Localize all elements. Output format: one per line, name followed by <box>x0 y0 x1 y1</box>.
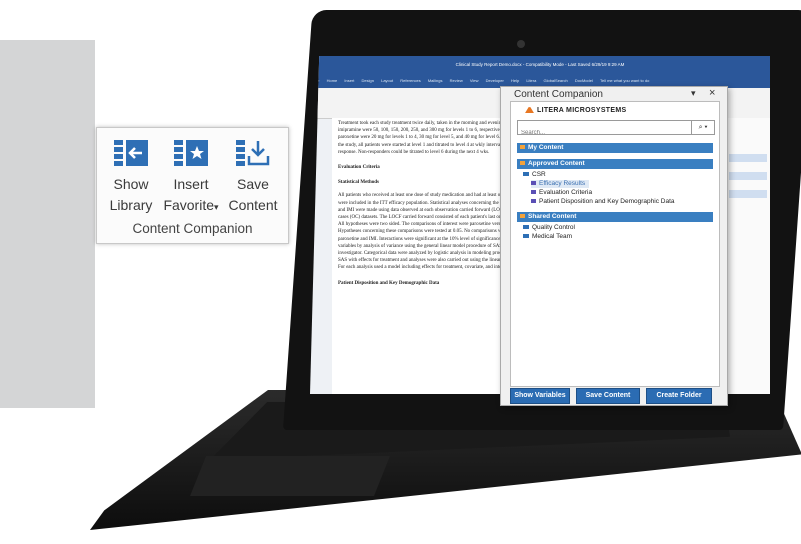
nav-pane-item[interactable] <box>729 172 767 180</box>
tree-item-label: Efficacy Results <box>539 180 586 187</box>
tab-layout[interactable]: Layout <box>381 78 393 83</box>
collapse-icon <box>520 214 525 218</box>
pane-button-bar: Show Variables Save Content Create Folde… <box>510 388 718 404</box>
tab-insert[interactable]: Insert <box>344 78 354 83</box>
document-icon <box>531 190 536 195</box>
tab-litera[interactable]: Litera <box>526 78 536 83</box>
tab-developer[interactable]: Developer <box>486 78 504 83</box>
folder-label: CSR <box>532 171 546 178</box>
folder-icon <box>523 234 529 239</box>
folder-icon <box>523 225 529 230</box>
save-content-icon <box>236 140 270 166</box>
background-panel <box>0 40 95 408</box>
pane-options-icon[interactable]: ▾ <box>691 88 696 99</box>
show-variables-button[interactable]: Show Variables <box>510 388 570 404</box>
close-icon[interactable]: × <box>709 87 715 99</box>
search-box: ⌕ ▾ <box>517 120 715 139</box>
folder-medical-team[interactable]: Medical Team <box>523 233 572 241</box>
show-library-label: Show Library <box>109 176 153 213</box>
word-title-bar: Clinical Study Report Demo.docx - Compat… <box>310 56 770 74</box>
document-icon <box>531 181 536 186</box>
laptop-trackpad <box>190 456 390 496</box>
tab-mailings[interactable]: Mailings <box>428 78 443 83</box>
tab-globalsearch[interactable]: GlobalSearch <box>543 78 567 83</box>
folder-csr[interactable]: CSR <box>523 171 546 179</box>
section-my-content[interactable]: My Content <box>517 143 713 153</box>
nav-pane <box>725 118 770 394</box>
section-label: Approved Content <box>528 160 585 167</box>
search-icon[interactable]: ⌕ ▾ <box>691 121 714 134</box>
ribbon-callout: Show Library Insert Favorite▾ Save Conte… <box>96 127 289 244</box>
document-icon <box>531 199 536 204</box>
tell-me-search[interactable]: Tell me what you want to do <box>600 78 649 83</box>
insert-favorite-button[interactable]: Insert Favorite▾ <box>161 134 221 218</box>
tree-item-efficacy-results[interactable]: Efficacy Results <box>531 180 590 188</box>
folder-icon <box>523 172 529 177</box>
tab-view[interactable]: View <box>470 78 479 83</box>
dropdown-caret-icon[interactable]: ▾ <box>214 202 219 212</box>
litera-logo: LITERA MICROSYSTEMS <box>525 107 626 114</box>
create-folder-button[interactable]: Create Folder <box>646 388 712 404</box>
tree-item-label: Evaluation Criteria <box>539 189 593 196</box>
tab-help[interactable]: Help <box>511 78 519 83</box>
nav-pane-item[interactable] <box>729 190 767 198</box>
pane-body: LITERA MICROSYSTEMS ⌕ ▾ My Content Appro… <box>510 101 720 387</box>
litera-logo-icon <box>525 107 534 114</box>
collapse-icon <box>520 145 525 149</box>
tree-item-evaluation-criteria[interactable]: Evaluation Criteria <box>531 189 592 197</box>
tab-home[interactable]: Home <box>327 78 338 83</box>
brand-name: LITERA MICROSYSTEMS <box>537 107 627 114</box>
tab-docmodel[interactable]: DocModel <box>575 78 593 83</box>
section-approved-content[interactable]: Approved Content <box>517 159 713 169</box>
tree-item-label: Patient Disposition and Key Demographic … <box>539 198 675 205</box>
nav-pane-item[interactable] <box>729 154 767 162</box>
collapse-icon <box>520 161 525 165</box>
insert-favorite-icon <box>174 140 208 166</box>
search-input[interactable] <box>518 127 684 139</box>
folder-quality-control[interactable]: Quality Control <box>523 224 575 232</box>
pane-title: Content Companion <box>514 89 603 100</box>
save-content-button[interactable]: Save Content <box>576 388 640 404</box>
section-shared-content[interactable]: Shared Content <box>517 212 713 222</box>
content-companion-pane: Content Companion ▾ × LITERA MICROSYSTEM… <box>500 86 728 406</box>
folder-label: Medical Team <box>532 233 572 240</box>
save-content-ribbon-button[interactable]: Save Content <box>223 134 283 216</box>
save-content-label: Save Content <box>228 176 278 213</box>
tab-references[interactable]: References <box>400 78 420 83</box>
ribbon-group-label: Content Companion <box>132 221 253 236</box>
folder-label: Quality Control <box>532 224 575 231</box>
webcam-icon <box>517 40 525 48</box>
show-library-icon <box>114 140 148 166</box>
tree-item-patient-disposition[interactable]: Patient Disposition and Key Demographic … <box>531 198 675 206</box>
insert-favorite-label: Insert Favorite <box>163 176 215 213</box>
tab-review[interactable]: Review <box>450 78 463 83</box>
section-label: My Content <box>528 144 564 151</box>
section-label: Shared Content <box>528 213 577 220</box>
tab-design[interactable]: Design <box>362 78 374 83</box>
show-library-button[interactable]: Show Library <box>101 134 161 216</box>
